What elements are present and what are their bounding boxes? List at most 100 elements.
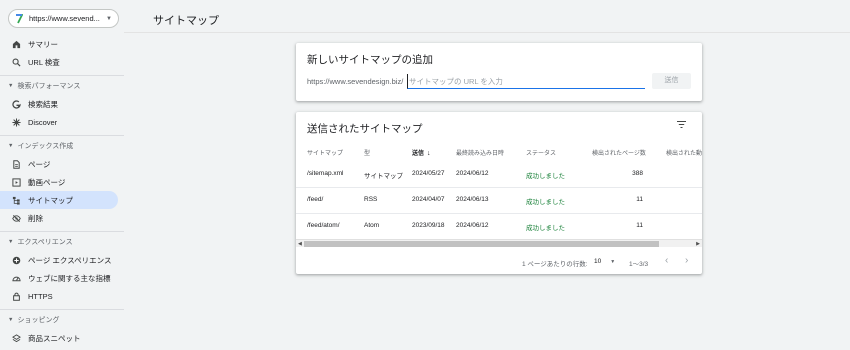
cell-type: RSS bbox=[364, 196, 378, 203]
nav-item-url-inspection[interactable]: URL 検査 bbox=[0, 53, 118, 71]
cell-last-read: 2024/06/12 bbox=[456, 170, 489, 177]
cell-last-read: 2024/06/13 bbox=[456, 196, 489, 203]
asterisk-icon bbox=[12, 117, 21, 127]
nav-item-label: ウェブに関する主な指標 bbox=[28, 273, 111, 283]
nav-item-label: サイトマップ bbox=[28, 195, 73, 205]
chevron-down-icon: ▼ bbox=[610, 259, 616, 265]
column-header-last-read[interactable]: 最終読み込み日時 bbox=[456, 148, 504, 157]
header-divider bbox=[124, 32, 850, 33]
nav-item-pages[interactable]: ページ bbox=[0, 155, 118, 173]
nav-item-page-experience[interactable]: ページ エクスペリエンス bbox=[0, 251, 118, 269]
section-title: エクスペリエンス bbox=[17, 239, 73, 246]
cell-submitted: 2024/04/07 bbox=[412, 196, 445, 203]
next-page-icon[interactable]: › bbox=[685, 255, 688, 266]
nav-item-label: ページ bbox=[28, 159, 51, 169]
nav-item-removals[interactable]: 削除 bbox=[0, 209, 118, 227]
url-prefix: https://www.sevendesign.biz/ bbox=[307, 77, 404, 86]
section-experience[interactable]: ▼ エクスペリエンス bbox=[0, 235, 118, 249]
divider bbox=[0, 231, 124, 232]
submit-button[interactable]: 送信 bbox=[652, 73, 691, 89]
rows-per-page-select[interactable]: 10 ▼ bbox=[594, 258, 615, 265]
nav-item-label: ページ エクスペリエンス bbox=[28, 255, 112, 265]
nav-item-label: 商品スニペット bbox=[28, 333, 81, 343]
nav-item-label: URL 検査 bbox=[28, 57, 60, 67]
nav-item-label: サマリー bbox=[28, 39, 58, 49]
section-indexing[interactable]: ▼ インデックス作成 bbox=[0, 139, 118, 153]
property-selector[interactable]: https://www.sevend... ▼ bbox=[8, 9, 119, 28]
section-title: 検索パフォーマンス bbox=[17, 83, 81, 90]
divider bbox=[0, 309, 124, 310]
video-page-icon bbox=[12, 177, 21, 187]
nav-item-label: 検索結果 bbox=[28, 99, 58, 109]
add-sitemap-title: 新しいサイトマップの追加 bbox=[307, 54, 433, 66]
nav-item-product-snippets[interactable]: 商品スニペット bbox=[0, 329, 118, 347]
scroll-left-icon[interactable]: ◀ bbox=[298, 241, 302, 247]
table-row[interactable]: /feed/atom/ Atom 2023/09/18 2024/06/12 成… bbox=[296, 214, 702, 240]
chevron-down-icon: ▼ bbox=[8, 143, 14, 149]
cell-status: 成功しました bbox=[526, 225, 565, 232]
sitemap-url-input[interactable] bbox=[407, 74, 645, 89]
table-row[interactable]: /feed/ RSS 2024/04/07 2024/06/13 成功しました … bbox=[296, 188, 702, 214]
column-header-status[interactable]: ステータス bbox=[526, 148, 556, 157]
column-header-pages[interactable]: 検出されたページ数 bbox=[592, 148, 646, 157]
scrollbar-thumb[interactable] bbox=[304, 241, 659, 247]
dropdown-caret-icon: ▼ bbox=[106, 15, 112, 22]
table-row[interactable]: /sitemap.xml サイトマップ 2024/05/27 2024/06/1… bbox=[296, 162, 702, 188]
prev-page-icon[interactable]: ‹ bbox=[665, 255, 668, 266]
column-header-videos[interactable]: 検出された動 bbox=[666, 148, 702, 157]
table-header: サイトマップ 型 送信 ↓ 最終読み込み日時 ステータス 検出されたページ数 検出… bbox=[296, 148, 702, 162]
cell-sitemap: /feed/atom/ bbox=[307, 222, 340, 229]
site-logo-icon bbox=[15, 13, 23, 24]
add-sitemap-card: 新しいサイトマップの追加 https://www.sevendesign.biz… bbox=[296, 43, 702, 101]
column-header-label: 送信 bbox=[412, 151, 425, 157]
nav-item-video-pages[interactable]: 動画ページ bbox=[0, 173, 118, 191]
nav-item-label: HTTPS bbox=[28, 291, 53, 301]
chevron-down-icon: ▼ bbox=[8, 317, 14, 323]
page-icon bbox=[12, 159, 21, 169]
cell-pages: 11 bbox=[636, 222, 643, 229]
chevron-down-icon: ▼ bbox=[8, 239, 14, 245]
pagination-range: 1〜3/3 bbox=[629, 261, 649, 268]
scroll-right-icon[interactable]: ▶ bbox=[696, 241, 700, 247]
cell-status: 成功しました bbox=[526, 199, 565, 206]
section-title: ショッピング bbox=[17, 317, 60, 324]
nav-item-label: 削除 bbox=[28, 213, 43, 223]
cell-type: サイトマップ bbox=[364, 173, 403, 180]
home-icon bbox=[12, 40, 21, 49]
nav-item-sitemaps[interactable]: サイトマップ bbox=[0, 191, 118, 209]
cell-pages: 388 bbox=[632, 170, 643, 177]
nav-item-core-web-vitals[interactable]: ウェブに関する主な指標 bbox=[0, 269, 118, 287]
cell-sitemap: /sitemap.xml bbox=[307, 170, 344, 177]
nav-item-https[interactable]: HTTPS bbox=[0, 287, 118, 305]
cell-status: 成功しました bbox=[526, 173, 565, 180]
cell-sitemap: /feed/ bbox=[307, 196, 324, 203]
nav-item-search-results[interactable]: 検索結果 bbox=[0, 95, 118, 113]
section-shopping[interactable]: ▼ ショッピング bbox=[0, 313, 118, 327]
filter-icon[interactable] bbox=[676, 119, 687, 130]
nav-item-label: Discover bbox=[28, 117, 58, 127]
horizontal-scrollbar[interactable]: ◀ ▶ bbox=[296, 239, 702, 247]
page-title: サイトマップ bbox=[153, 15, 219, 27]
nav-item-summary[interactable]: サマリー bbox=[0, 35, 118, 53]
cell-submitted: 2023/09/18 bbox=[412, 222, 445, 229]
chevron-down-icon: ▼ bbox=[8, 83, 14, 89]
search-icon bbox=[12, 58, 21, 67]
nav-item-label: 動画ページ bbox=[28, 177, 66, 187]
section-title: インデックス作成 bbox=[17, 143, 74, 150]
cell-submitted: 2024/05/27 bbox=[412, 170, 445, 177]
column-header-submitted[interactable]: 送信 ↓ bbox=[412, 148, 431, 157]
eye-off-icon bbox=[12, 214, 21, 223]
layers-icon bbox=[12, 333, 21, 343]
rows-per-page-value: 10 bbox=[594, 258, 602, 265]
column-header-sitemap[interactable]: サイトマップ bbox=[307, 148, 343, 157]
section-search-performance[interactable]: ▼ 検索パフォーマンス bbox=[0, 79, 118, 93]
divider bbox=[0, 75, 124, 76]
submitted-sitemaps-title: 送信されたサイトマップ bbox=[307, 123, 423, 135]
column-header-type[interactable]: 型 bbox=[364, 148, 370, 157]
sort-arrow-down-icon: ↓ bbox=[427, 150, 431, 157]
property-url: https://www.sevend... bbox=[29, 14, 100, 23]
plus-circle-icon bbox=[12, 256, 21, 265]
nav-item-discover[interactable]: Discover bbox=[0, 113, 118, 131]
cell-last-read: 2024/06/12 bbox=[456, 222, 489, 229]
sidebar: https://www.sevend... ▼ サマリー URL 検査 ▼ 検索… bbox=[0, 0, 124, 350]
